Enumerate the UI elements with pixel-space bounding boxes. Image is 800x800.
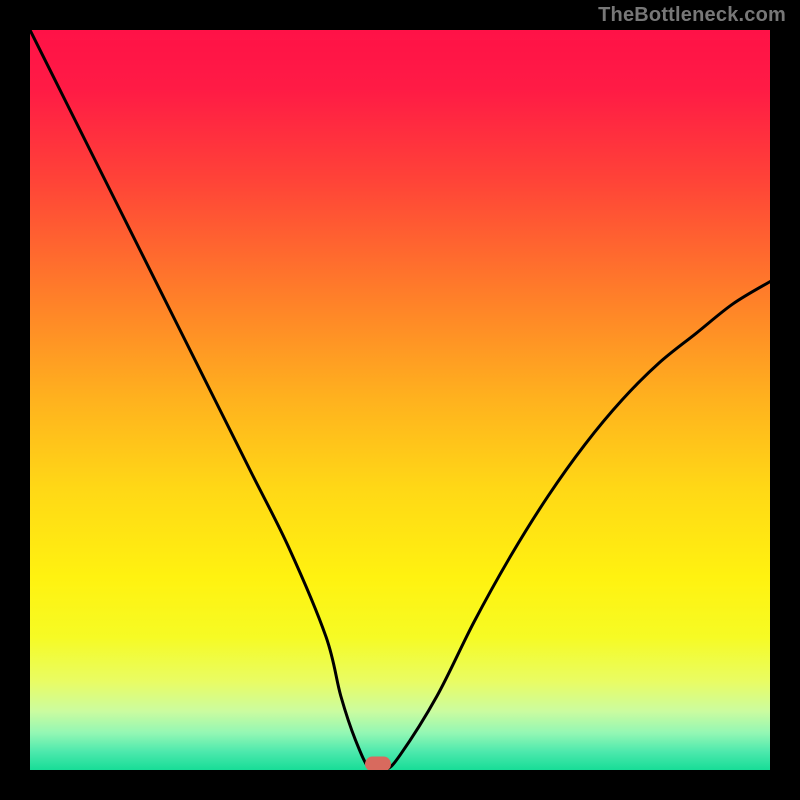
plot-area (30, 30, 770, 770)
chart-frame: TheBottleneck.com (0, 0, 800, 800)
optimal-point-marker (365, 757, 391, 771)
bottleneck-curve (30, 30, 770, 770)
watermark-label: TheBottleneck.com (598, 4, 786, 27)
